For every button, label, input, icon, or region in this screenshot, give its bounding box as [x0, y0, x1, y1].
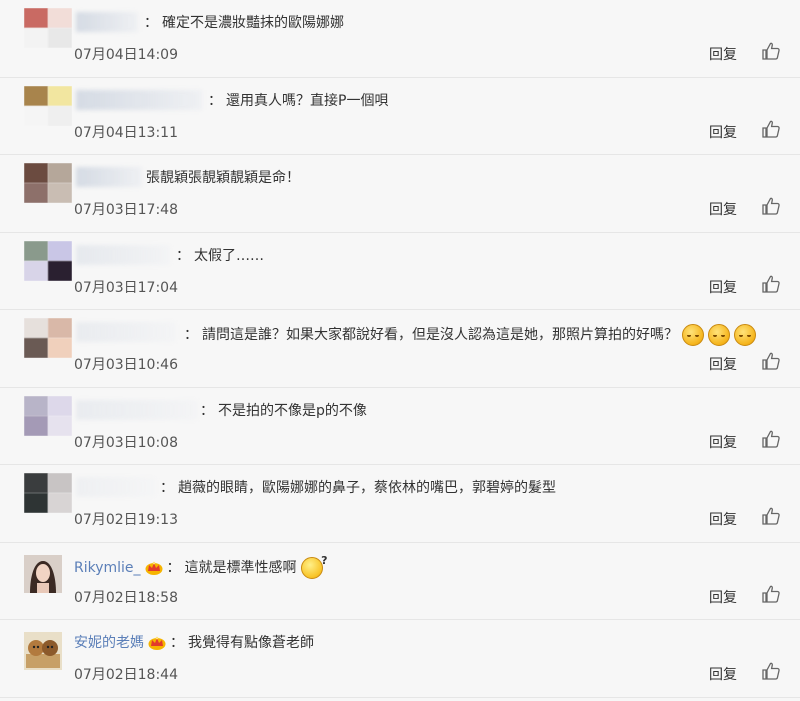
comment-line: ： 還用真人嗎？直接P一個唄 — [204, 92, 388, 110]
separator: ： — [184, 327, 198, 343]
reply-button[interactable]: 回复 — [709, 509, 737, 529]
username-blurred[interactable] — [76, 399, 198, 420]
thumbs-up-icon[interactable] — [762, 352, 780, 370]
timestamp: 07月02日18:44 — [74, 667, 178, 683]
reply-button[interactable]: 回复 — [709, 354, 737, 374]
comment-text: 不是拍的不像是p的不像 — [218, 402, 367, 419]
comment-item: ： 趙薇的眼睛，歐陽娜娜的鼻子，蔡依林的嘴巴，郭碧婷的髮型 07月02日19:1… — [0, 465, 800, 543]
sad-face-emoji-icon — [734, 324, 756, 346]
comment-list: ： 確定不是濃妝豔抹的歐陽娜娜 07月04日14:09 回复 ： 還用真人嗎？直… — [0, 0, 800, 698]
username-blurred[interactable] — [76, 244, 170, 265]
comment-text: 請問這是誰？如果大家都說好看，但是沒人認為這是她，那照片算拍的好嗎？ — [202, 327, 678, 343]
separator: ： — [208, 92, 222, 109]
timestamp: 07月04日13:11 — [74, 124, 178, 141]
username-blurred[interactable] — [76, 477, 156, 497]
comment-line: ： 確定不是濃妝豔抹的歐陽娜娜 — [140, 14, 344, 32]
comment-item: ： 確定不是濃妝豔抹的歐陽娜娜 07月04日14:09 回复 — [0, 0, 800, 78]
username-blurred[interactable] — [76, 12, 138, 32]
timestamp: 07月03日10:08 — [74, 434, 178, 451]
avatar[interactable] — [24, 473, 72, 513]
separator: ： — [144, 15, 158, 31]
reply-button[interactable]: 回复 — [709, 432, 737, 452]
comment-item: 張靚穎張靚穎靚穎是命！ 07月03日17:48 回复 — [0, 155, 800, 233]
comment-item: Rikymlie_ ： 這就是標準性感啊 07月02日18:58 回复 — [0, 543, 800, 620]
username-blurred[interactable] — [76, 322, 176, 342]
avatar[interactable] — [24, 163, 72, 203]
reply-button[interactable]: 回复 — [709, 122, 737, 142]
comment-item: ： 不是拍的不像是p的不像 07月03日10:08 回复 — [0, 388, 800, 465]
separator: ： — [176, 247, 190, 264]
avatar[interactable] — [24, 85, 72, 126]
comment-text: 我覺得有點像蒼老師 — [188, 635, 314, 651]
thumbs-up-icon[interactable] — [762, 430, 780, 448]
thumbs-up-icon[interactable] — [762, 662, 780, 680]
sad-face-emoji-icon — [708, 324, 730, 346]
comment-item: ： 請問這是誰？如果大家都說好看，但是沒人認為這是她，那照片算拍的好嗎？ 07月… — [0, 310, 800, 388]
comment-line: ： 請問這是誰？如果大家都說好看，但是沒人認為這是她，那照片算拍的好嗎？ — [180, 324, 756, 346]
username-blurred[interactable] — [76, 89, 202, 110]
comment-text: 張靚穎張靚穎靚穎是命！ — [146, 170, 300, 186]
separator: ： — [166, 559, 181, 576]
comment-item: 安妮的老媽 ： 我覺得有點像蒼老師 07月02日18:44 回复 — [0, 620, 800, 698]
thumbs-up-icon[interactable] — [762, 42, 780, 60]
comment-text: 這就是標準性感啊 — [184, 559, 297, 576]
reply-button[interactable]: 回复 — [709, 587, 737, 607]
comment-line: ： 不是拍的不像是p的不像 — [196, 402, 367, 420]
sad-face-emoji-icon — [682, 324, 704, 346]
comment-text: 確定不是濃妝豔抹的歐陽娜娜 — [162, 15, 344, 31]
timestamp: 07月02日19:13 — [74, 512, 178, 528]
comment-line: Rikymlie_ ： 這就是標準性感啊 — [74, 552, 328, 579]
comment-text: 太假了…… — [194, 247, 264, 264]
avatar[interactable] — [24, 554, 62, 593]
username-blurred[interactable] — [76, 167, 142, 187]
username-link[interactable]: 安妮的老媽 — [74, 634, 144, 652]
reply-button[interactable]: 回复 — [709, 664, 737, 684]
comment-line: 張靚穎張靚穎靚穎是命！ — [146, 169, 300, 187]
timestamp: 07月03日17:48 — [74, 202, 178, 218]
timestamp: 07月03日10:46 — [74, 357, 178, 373]
comment-item: ： 還用真人嗎？直接P一個唄 07月04日13:11 回复 — [0, 78, 800, 155]
thumbs-up-icon[interactable] — [762, 507, 780, 525]
vip-crown-icon — [148, 636, 166, 650]
separator: ： — [170, 635, 184, 651]
vip-crown-icon — [145, 561, 163, 575]
thumbs-up-icon[interactable] — [762, 120, 780, 138]
avatar[interactable] — [24, 8, 72, 48]
separator: ： — [160, 480, 174, 496]
separator: ： — [200, 402, 214, 419]
reply-button[interactable]: 回复 — [709, 277, 737, 297]
reply-button[interactable]: 回复 — [709, 44, 737, 64]
reply-button[interactable]: 回复 — [709, 199, 737, 219]
comment-line: 安妮的老媽 ： 我覺得有點像蒼老師 — [74, 634, 314, 652]
avatar[interactable] — [24, 240, 72, 281]
comment-item: ： 太假了…… 07月03日17:04 回复 — [0, 233, 800, 310]
thumbs-up-icon[interactable] — [762, 275, 780, 293]
comment-line: ： 趙薇的眼睛，歐陽娜娜的鼻子，蔡依林的嘴巴，郭碧婷的髮型 — [156, 479, 556, 497]
comment-text: 趙薇的眼睛，歐陽娜娜的鼻子，蔡依林的嘴巴，郭碧婷的髮型 — [178, 480, 556, 496]
avatar[interactable] — [24, 395, 72, 436]
avatar[interactable] — [24, 632, 62, 670]
timestamp: 07月03日17:04 — [74, 279, 178, 296]
thumbs-up-icon[interactable] — [762, 197, 780, 215]
avatar[interactable] — [24, 318, 72, 358]
username-link[interactable]: Rikymlie_ — [74, 559, 141, 577]
timestamp: 07月04日14:09 — [74, 47, 178, 63]
comment-text: 還用真人嗎？直接P一個唄 — [226, 92, 389, 109]
thinking-face-emoji-icon — [300, 552, 328, 579]
comment-line: ： 太假了…… — [172, 247, 264, 265]
timestamp: 07月02日18:58 — [74, 589, 178, 606]
thumbs-up-icon[interactable] — [762, 585, 780, 603]
